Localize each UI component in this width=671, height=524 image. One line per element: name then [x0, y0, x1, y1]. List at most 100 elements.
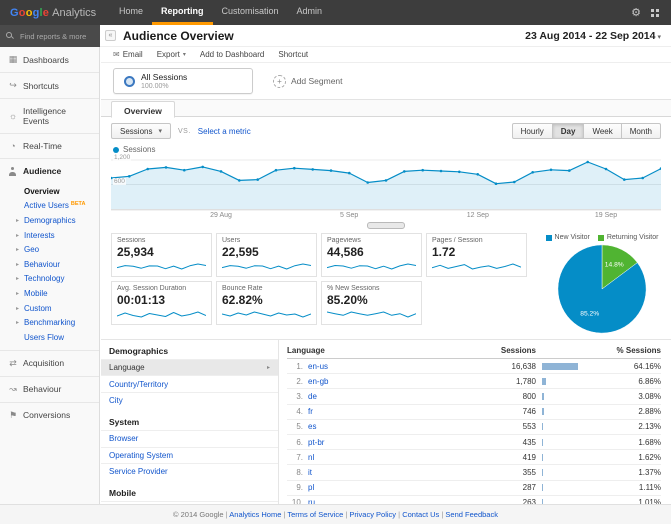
sessions-value: 435	[446, 438, 536, 447]
selected-arrow-icon: ▸	[267, 364, 270, 371]
dimension-item[interactable]: Language ▸	[101, 359, 278, 375]
footer-link[interactable]: Analytics Home	[224, 510, 282, 519]
sidebar-subitem-label: Technology	[24, 274, 64, 283]
sidebar-item-audience[interactable]: Audience	[0, 158, 99, 183]
expand-arrow-icon: ▸	[16, 261, 19, 268]
date-range-picker[interactable]: 23 Aug 2014 - 22 Sep 2014▾	[525, 30, 661, 42]
pie-legend-entry[interactable]: New Visitor	[546, 234, 590, 241]
sessions-line-chart[interactable]	[111, 157, 661, 211]
page-header: « Audience Overview 23 Aug 2014 - 22 Sep…	[100, 25, 671, 47]
sidebar-subitem[interactable]: ▸ Interests	[0, 228, 99, 243]
sidebar-item-dashboards[interactable]: ▦ Dashboards	[0, 47, 99, 72]
language-link[interactable]: pl	[308, 483, 446, 492]
sidebar-subitem-label: Interests	[24, 231, 55, 240]
x-axis: 29 Aug5 Sep12 Sep19 Sep	[111, 211, 661, 220]
analytics-wordmark: Analytics	[52, 7, 96, 19]
metric-label: % New Sessions	[327, 285, 416, 292]
nav-item[interactable]: Customisation	[213, 0, 288, 25]
pct-bar-track	[542, 423, 598, 430]
granularity-button[interactable]: Month	[622, 123, 661, 139]
nav-item[interactable]: Reporting	[152, 0, 213, 25]
toolbar-action[interactable]: ✉ Email ▾	[113, 50, 143, 59]
granularity-button[interactable]: Week	[584, 123, 621, 139]
expand-arrow-icon: ▸	[16, 246, 19, 253]
pct-sessions-value: 3.08%	[598, 392, 661, 401]
metric-card[interactable]: Avg. Session Duration 00:01:13	[111, 281, 212, 325]
language-link[interactable]: fr	[308, 407, 446, 416]
sidebar-subitem[interactable]: ▸ Active Users BETA	[0, 199, 99, 214]
sidebar-subitem[interactable]: ▸ Benchmarking	[0, 315, 99, 330]
google-analytics-logo: Google Analytics	[0, 0, 104, 25]
footer-link[interactable]: Contact Us	[396, 510, 439, 519]
language-link[interactable]: pt-br	[308, 438, 446, 447]
language-link[interactable]: en-us	[308, 362, 446, 371]
sidebar-item-conversions[interactable]: ⚑ Conversions	[0, 402, 99, 428]
add-segment-button[interactable]: + Add Segment	[273, 75, 343, 88]
search-input[interactable]	[18, 31, 94, 42]
granularity-button[interactable]: Day	[553, 123, 585, 139]
table-row: 6. pt-br 435 1.68%	[287, 435, 661, 450]
toolbar-action[interactable]: Shortcut ▾	[278, 50, 308, 59]
chart-range-slider[interactable]	[367, 222, 405, 229]
language-link[interactable]: es	[308, 422, 446, 431]
sidebar-item-intelligence-events[interactable]: ☼ Intelligence Events	[0, 98, 99, 133]
all-sessions-segment[interactable]: All Sessions 100.00%	[113, 68, 253, 94]
metric-card[interactable]: Pageviews 44,586	[321, 233, 422, 277]
pie-legend-entry[interactable]: Returning Visitor	[598, 234, 659, 241]
language-link[interactable]: en-gb	[308, 377, 446, 386]
sidebar-subitem[interactable]: ▸ Custom	[0, 301, 99, 316]
metric-card[interactable]: Users 22,595	[216, 233, 317, 277]
language-link[interactable]: nl	[308, 453, 446, 462]
sidebar-subitem[interactable]: ▸ Geo	[0, 242, 99, 257]
language-link[interactable]: de	[308, 392, 446, 401]
dimension-item[interactable]: City ▸	[101, 392, 278, 408]
footer-link[interactable]: Send Feedback	[439, 510, 498, 519]
sidebar-item-behaviour[interactable]: ↝ Behaviour	[0, 376, 99, 402]
language-link[interactable]: it	[308, 468, 446, 477]
sidebar-subitem[interactable]: ▸ Mobile	[0, 286, 99, 301]
sidebar-subitem[interactable]: ▸ Technology	[0, 272, 99, 287]
sessions-value: 746	[446, 407, 536, 416]
pct-sessions-value: 1.11%	[598, 483, 661, 492]
metric-card[interactable]: % New Sessions 85.20%	[321, 281, 422, 325]
granularity-button[interactable]: Hourly	[512, 123, 553, 139]
toolbar-action[interactable]: Add to Dashboard ▾	[200, 50, 265, 59]
select-metric-link[interactable]: Select a metric	[198, 127, 251, 136]
footer-link[interactable]: Terms of Service	[281, 510, 343, 519]
dimension-section-header: Demographics	[101, 341, 278, 359]
dimension-item[interactable]: Country/Territory ▸	[101, 375, 278, 391]
sidebar-subitem[interactable]: ▸ Users Flow	[0, 330, 99, 345]
metric-label: Bounce Rate	[222, 285, 311, 292]
nav-item[interactable]: Home	[110, 0, 152, 25]
nav-item[interactable]: Admin	[288, 0, 332, 25]
toolbar-action[interactable]: Export ▾	[157, 50, 186, 59]
column-header-language[interactable]: Language	[287, 346, 446, 355]
metric-value: 85.20%	[327, 293, 416, 307]
segment-bar: All Sessions 100.00% + Add Segment	[101, 63, 671, 100]
sidebar-subitem[interactable]: ▸ Behaviour	[0, 257, 99, 272]
dimension-item[interactable]: Service Provider ▸	[101, 463, 278, 479]
sidebar-item-shortcuts[interactable]: ↪ Shortcuts	[0, 72, 99, 98]
sidebar-item-acquisition[interactable]: ⇄ Acquisition	[0, 350, 99, 376]
metric-card[interactable]: Sessions 25,934	[111, 233, 212, 277]
column-header-sessions[interactable]: Sessions	[446, 346, 536, 355]
metric-card[interactable]: Bounce Rate 62.82%	[216, 281, 317, 325]
y-axis-tick: 1,200	[113, 154, 131, 161]
column-header-pct-sessions[interactable]: % Sessions	[536, 346, 661, 355]
tab-overview[interactable]: Overview	[111, 101, 175, 118]
dimension-list: Browser ▸ Operating System ▸ Service Pro…	[101, 430, 278, 479]
visitor-type-pie-chart[interactable]: 14.8%85.2%	[556, 243, 648, 335]
sidebar-subitem[interactable]: ▸ Demographics	[0, 213, 99, 228]
footer-link[interactable]: Privacy Policy	[343, 510, 396, 519]
collapse-sidebar-button[interactable]: «	[105, 30, 116, 41]
apps-grid-icon[interactable]	[651, 9, 659, 17]
sidebar-subitem[interactable]: ▸ Overview	[0, 184, 99, 199]
sidebar-item-real-time[interactable]: ◔ Real-Time	[0, 133, 99, 158]
pct-sessions-value: 1.62%	[598, 453, 661, 462]
dimension-item[interactable]: Operating System ▸	[101, 447, 278, 463]
metric-card[interactable]: Pages / Session 1.72	[426, 233, 527, 277]
gear-icon[interactable]: ⚙	[631, 6, 641, 19]
dimension-item[interactable]: Browser ▸	[101, 430, 278, 446]
metric-select-dropdown[interactable]: Sessions ▾	[111, 123, 171, 139]
table-row: 5. es 553 2.13%	[287, 420, 661, 435]
